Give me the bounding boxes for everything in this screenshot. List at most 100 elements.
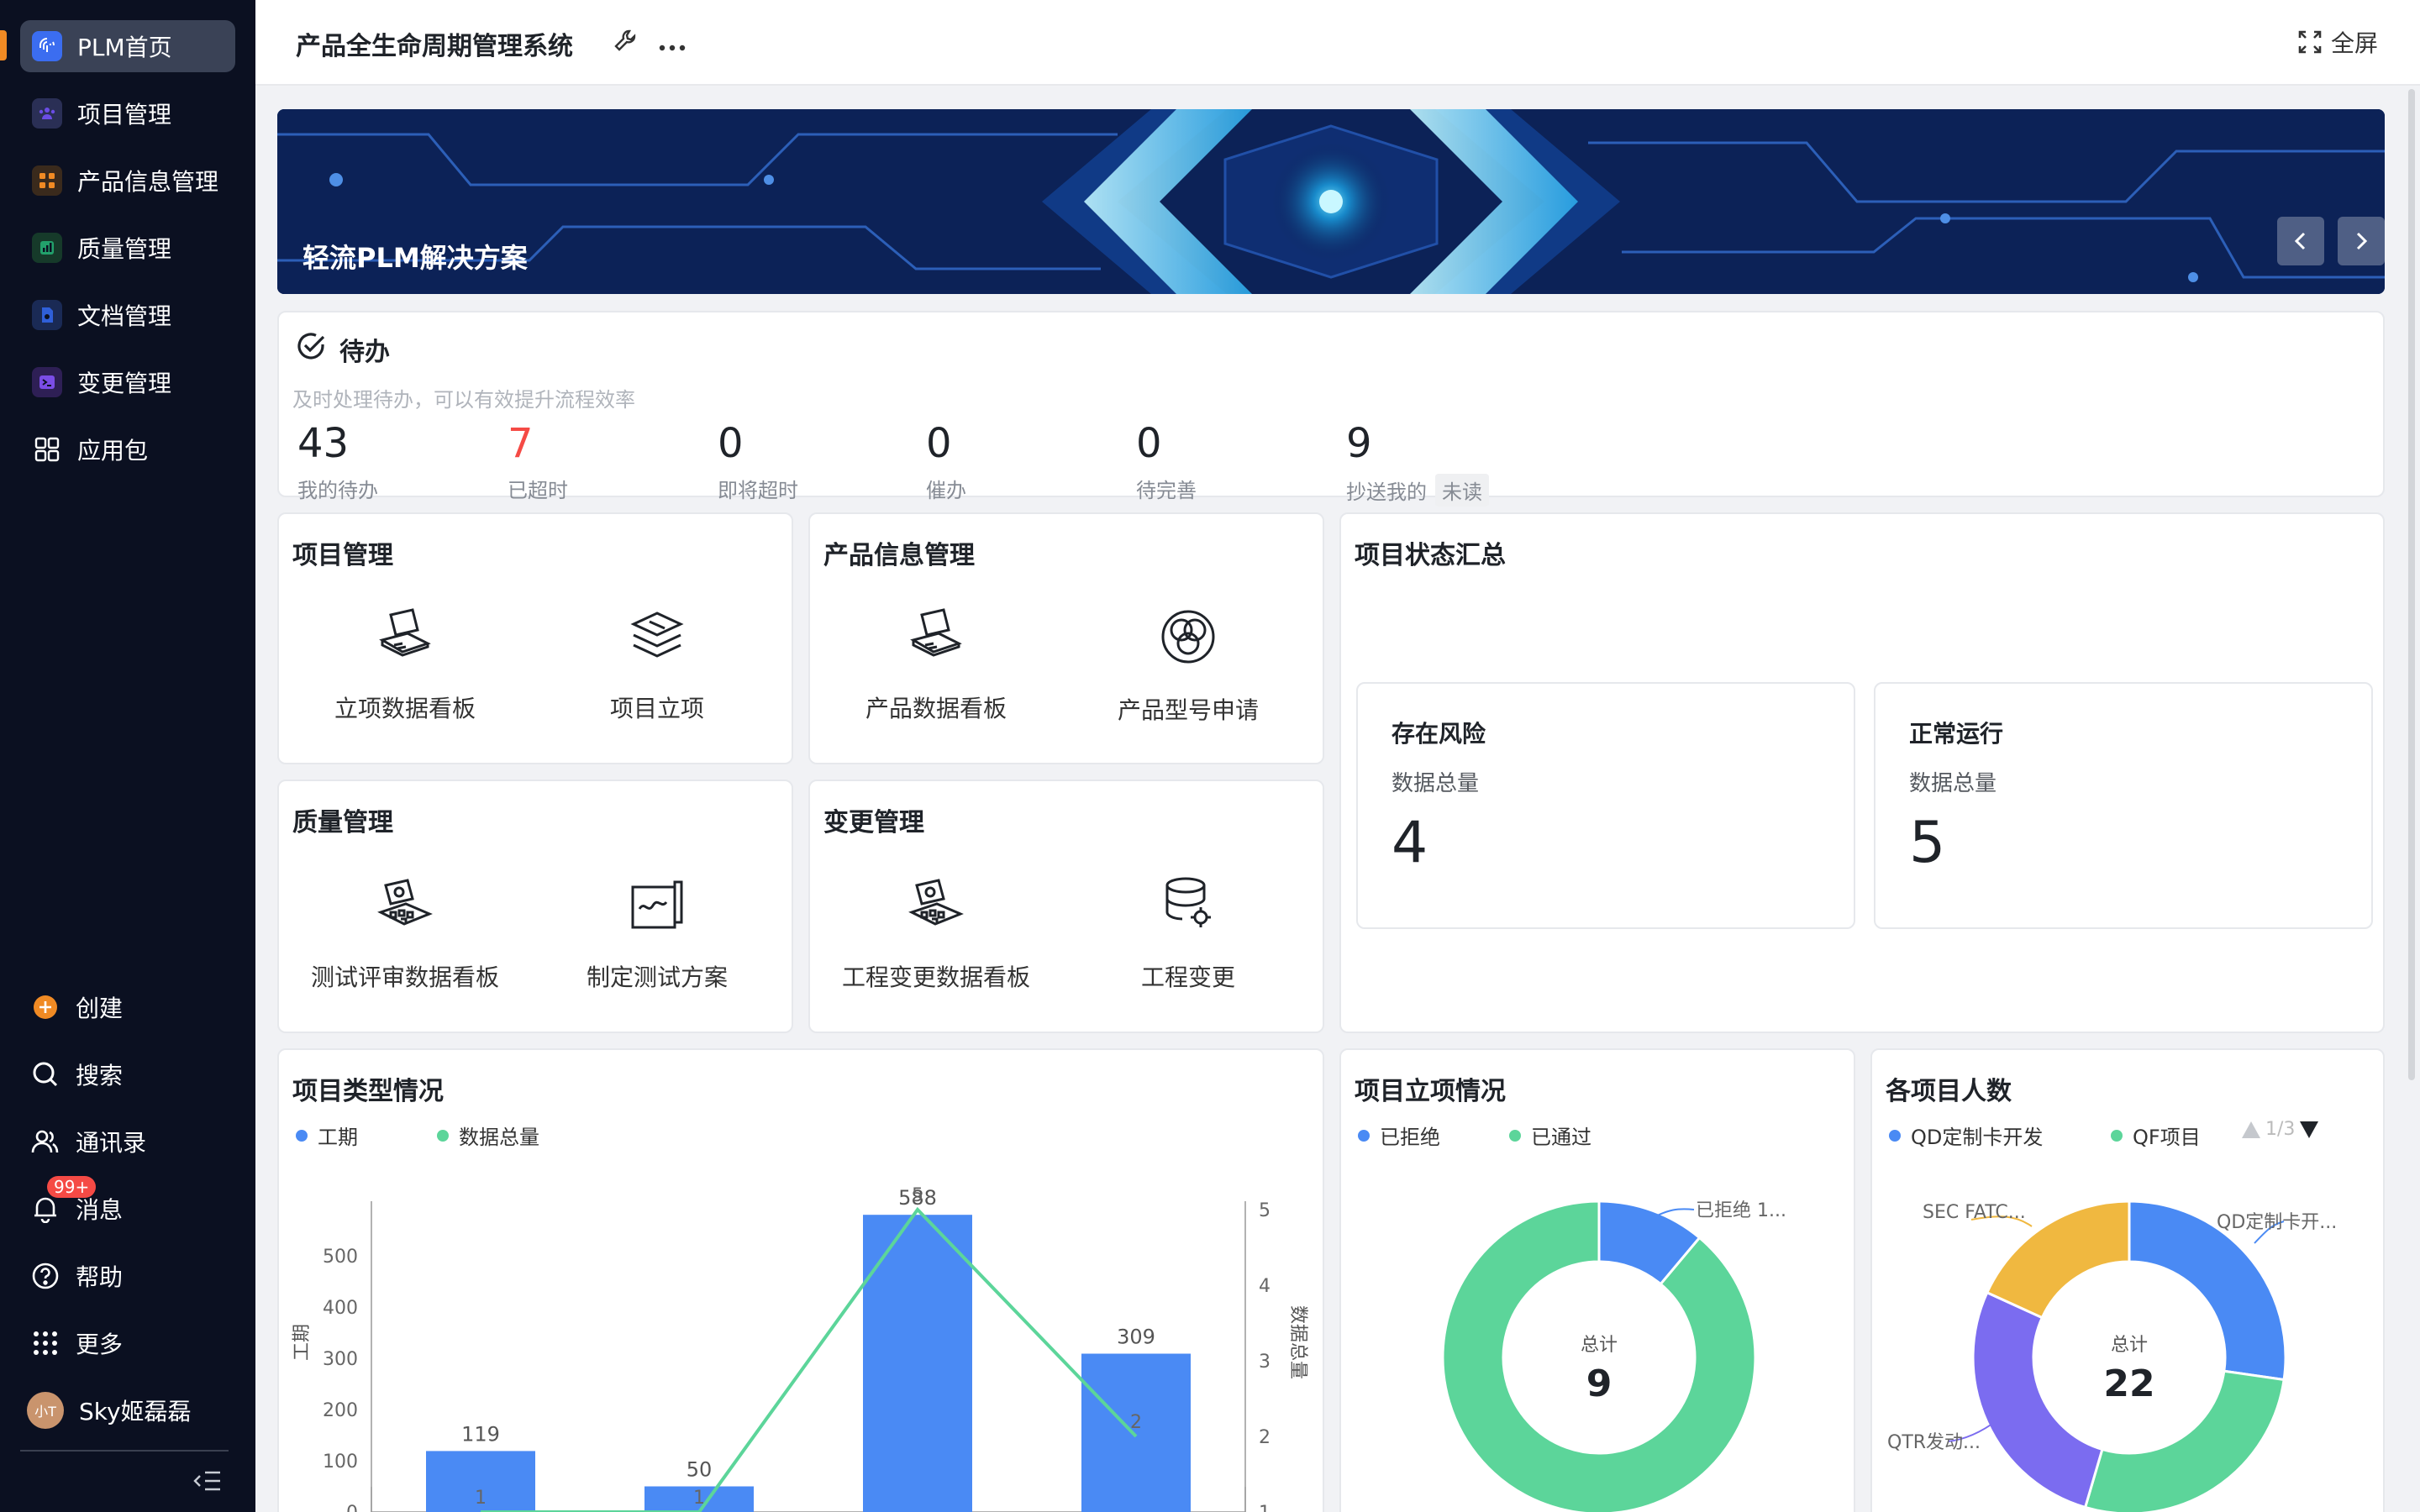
tile-label: 测试评审数据看板 [310,963,499,991]
y-tick-label: 500 [323,1247,358,1268]
sidebar-item-label: 搜索 [76,1062,124,1089]
y-right-tick-label: 3 [1259,1352,1270,1373]
todo-stat-overdue[interactable]: 7 已超时 [508,418,568,503]
card-title: 变更管理 [823,808,924,837]
sidebar-item-project[interactable]: 项目管理 [20,87,235,139]
bar-value-label: 309 [1117,1326,1155,1349]
stat-label: 抄送我的 [1346,480,1427,504]
bar[interactable] [863,1215,972,1512]
sidebar-item-documents[interactable]: 文档管理 [20,289,235,341]
sidebar-item-quality[interactable]: 质量管理 [20,222,235,274]
document-icon [32,300,62,330]
sidebar-divider [20,1450,229,1452]
search-button[interactable]: 搜索 [20,1048,235,1100]
sidebar-item-label: 通讯录 [76,1129,147,1157]
approval-donut-chart: 已拒绝 1... 总计 9 [1441,1200,1786,1512]
tile-label: 工程变更 [1140,963,1235,991]
fullscreen-button[interactable]: 全屏 [2297,25,2378,59]
donut-center-label: 总计 [1581,1335,1618,1356]
chevron-right-icon [2356,232,2368,250]
risk-stat-box[interactable]: 存在风险 数据总量 4 [1356,682,1855,929]
banner-next-button[interactable] [2338,217,2385,265]
card-title: 质量管理 [292,808,393,837]
y-axis-label-right: 数据总量 [1287,1305,1308,1379]
terminal-icon [32,367,62,397]
search-icon [30,1059,60,1089]
active-indicator [0,30,7,60]
stat-label: 已超时 [508,479,568,502]
stat-value: 0 [718,420,744,467]
tile-label: 立项数据看板 [334,695,476,722]
card-title: 产品信息管理 [823,541,975,570]
project-types-chart-card: 项目类型情况 工期 数据总量 010020030040050012345 119… [277,1048,1324,1512]
create-button[interactable]: 创建 [20,981,235,1033]
y-tick-label: 200 [323,1400,358,1421]
todo-stat-to-complete[interactable]: 0 待完善 [1136,418,1197,503]
stat-label-row: 抄送我的 未读 [1346,474,1489,507]
page-scrollbar[interactable] [2408,89,2415,1080]
shortcut-project-initiate[interactable]: 项目立项 [531,606,783,724]
banner-prev-button[interactable] [2277,217,2324,265]
shortcut-product-model-apply[interactable]: 产品型号申请 [1062,606,1314,726]
stat-value: 0 [926,420,952,467]
project-types-chart: 010020030040050012345 119功能增强50性能改进588新产… [292,1185,1308,1512]
shortcut-product-dashboard[interactable]: 产品数据看板 [810,606,1062,724]
donut-slice[interactable] [1441,1200,1757,1512]
banner-carousel[interactable]: 轻流PLM解决方案 [277,109,2385,294]
page-title: 产品全生命周期管理系统 [296,32,573,61]
sidebar-item-product-info[interactable]: 产品信息管理 [20,155,235,207]
quality-shortcuts-card: 质量管理 测试评审数据看板 制定测试方案 [277,780,793,1033]
status-summary-card: 项目状态汇总 存在风险 数据总量 4 正常运行 数据总量 5 [1339,512,2385,1033]
apps-icon [32,434,62,465]
contacts-button[interactable]: 通讯录 [20,1116,235,1168]
shortcut-change-dashboard[interactable]: 工程变更数据看板 [810,875,1062,993]
help-button[interactable]: 帮助 [20,1250,235,1302]
stat-value: 0 [1136,420,1162,467]
todo-stat-cc[interactable]: 9 抄送我的 未读 [1346,418,1489,507]
top-header: 产品全生命周期管理系统 全屏 [255,0,2420,86]
todo-stat-urged[interactable]: 0 催办 [926,418,966,503]
todo-stat-due-soon[interactable]: 0 即将超时 [718,418,798,503]
shortcut-project-dashboard[interactable]: 立项数据看板 [279,606,531,724]
message-count-badge: 99+ [47,1176,97,1198]
shortcut-test-review-dashboard[interactable]: 测试评审数据看板 [279,875,531,993]
y-right-tick-label: 2 [1259,1427,1270,1448]
collapse-sidebar-icon[interactable] [193,1470,222,1495]
chart-icon [32,233,62,263]
line-point-label: 5 [912,1185,923,1206]
sidebar-item-label: 创建 [76,995,124,1022]
bar-value-label: 119 [461,1422,500,1446]
shortcut-engineering-change[interactable]: 工程变更 [1062,875,1314,993]
y-tick-label: 300 [323,1349,358,1370]
database-gear-icon [1165,877,1211,927]
stat-value: 7 [508,420,534,467]
user-profile[interactable]: 小T Sky姬磊磊 [20,1384,235,1436]
slice-callout: SEC FATC... [1923,1202,2026,1223]
wrench-icon[interactable] [612,27,640,59]
more-button[interactable]: 更多 [20,1317,235,1369]
y-right-tick-label: 1 [1259,1503,1270,1512]
bell-icon [30,1194,60,1224]
sidebar-item-label: 质量管理 [77,235,172,263]
sidebar-item-plm-home[interactable]: PLM首页 [20,20,235,72]
donut-slice[interactable] [1971,1290,2104,1509]
stat-value: 43 [297,420,350,467]
fullscreen-icon [2298,30,2322,54]
shortcut-test-plan[interactable]: 制定测试方案 [531,875,783,993]
tile-label: 产品型号申请 [1117,696,1259,724]
sidebar-item-change[interactable]: 变更管理 [20,356,235,408]
normal-stat-box[interactable]: 正常运行 数据总量 5 [1874,682,2373,929]
stat-label: 我的待办 [297,479,378,502]
sidebar-item-label: 帮助 [76,1263,124,1291]
more-options-icon[interactable] [659,39,686,55]
fullscreen-label: 全屏 [2330,29,2378,57]
unread-tag[interactable]: 未读 [1435,474,1489,507]
slice-callout: QD定制卡开... [2217,1212,2337,1233]
y-tick-label: 400 [323,1298,358,1319]
line-series[interactable] [481,1206,1138,1512]
sidebar-item-apps[interactable]: 应用包 [20,423,235,475]
stat-title: 正常运行 [1909,720,2004,748]
todo-stat-mine[interactable]: 43 我的待办 [297,418,378,503]
slice-callout: QTR发动... [1887,1432,1981,1453]
todo-subtitle: 及时处理待办，可以有效提升流程效率 [292,388,635,412]
